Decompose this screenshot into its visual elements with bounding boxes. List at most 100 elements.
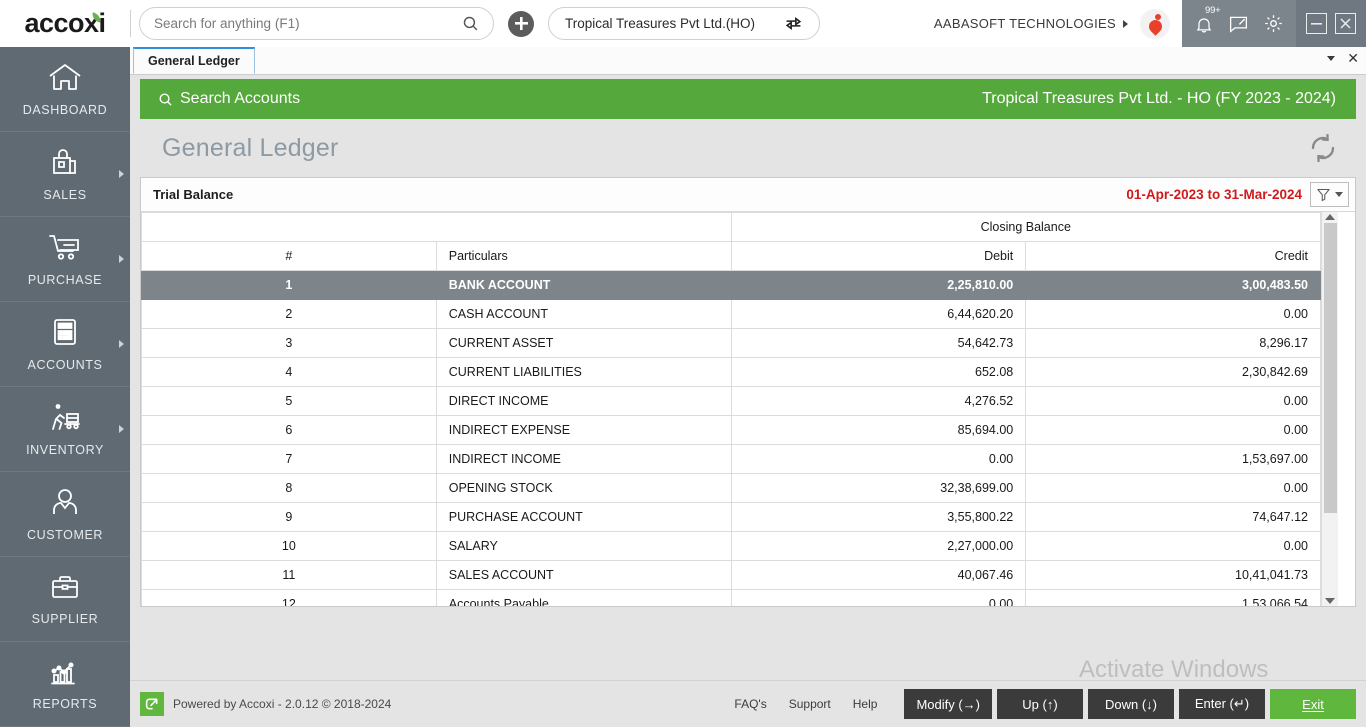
enter-button[interactable]: Enter (↵): [1179, 689, 1265, 719]
sidebar-item-dashboard[interactable]: DASHBOARD: [0, 47, 130, 132]
row-index: 7: [142, 445, 437, 474]
row-particulars: INDIRECT EXPENSE: [436, 416, 731, 445]
refresh-icon[interactable]: [1308, 133, 1338, 163]
vertical-scrollbar[interactable]: [1321, 212, 1338, 606]
row-debit: 54,642.73: [731, 329, 1026, 358]
row-particulars: CURRENT ASSET: [436, 329, 731, 358]
tab-tools: ✕: [1327, 52, 1359, 64]
powered-by-label: Powered by Accoxi - 2.0.12 © 2018-2024: [173, 697, 391, 711]
message-icon[interactable]: [1228, 13, 1249, 34]
chevron-right-icon[interactable]: [119, 170, 124, 178]
modify-button[interactable]: Modify (→): [904, 689, 992, 719]
scrollbar-track[interactable]: [1324, 223, 1337, 595]
main-content: General Ledger ✕ Search Accounts Tropica…: [130, 47, 1366, 727]
column-header-credit[interactable]: Credit: [1026, 242, 1321, 271]
table-row[interactable]: 6INDIRECT EXPENSE85,694.000.00: [142, 416, 1321, 445]
scroll-up-icon[interactable]: [1325, 214, 1335, 220]
table-row[interactable]: 1BANK ACCOUNT2,25,810.003,00,483.50: [142, 271, 1321, 300]
row-credit: 0.00: [1026, 416, 1321, 445]
row-credit: 74,647.12: [1026, 503, 1321, 532]
row-particulars: OPENING STOCK: [436, 474, 731, 503]
sidebar-item-customer[interactable]: CUSTOMER: [0, 472, 130, 557]
accoxi-logo: accoxi: [0, 0, 130, 47]
home-icon: [48, 62, 82, 97]
table-row[interactable]: 4CURRENT LIABILITIES652.082,30,842.69: [142, 358, 1321, 387]
closing-balance-group-header: Closing Balance: [731, 213, 1321, 242]
briefcase-icon: [49, 573, 81, 606]
organization-caret-icon[interactable]: [1123, 20, 1128, 28]
warehouse-worker-icon: [47, 402, 83, 437]
filter-button[interactable]: [1310, 182, 1349, 207]
trial-balance-table: Closing Balance # Particulars Debit Cred…: [141, 212, 1321, 606]
sidebar-item-accounts[interactable]: ACCOUNTS: [0, 302, 130, 387]
row-credit: 0.00: [1026, 387, 1321, 416]
top-header-bar: accoxi Tropical Treasures Pvt Ltd.(HO) A…: [0, 0, 1366, 47]
up-button[interactable]: Up (↑): [997, 689, 1083, 719]
tab-close-icon[interactable]: ✕: [1347, 52, 1359, 64]
table-row[interactable]: 3CURRENT ASSET54,642.738,296.17: [142, 329, 1321, 358]
row-index: 10: [142, 532, 437, 561]
avatar-drop-large-icon: [1146, 17, 1164, 35]
switch-company-icon[interactable]: [784, 14, 803, 33]
calculator-icon: [50, 317, 80, 352]
organization-name: AABASOFT TECHNOLOGIES: [934, 16, 1116, 31]
scroll-down-icon[interactable]: [1325, 598, 1335, 604]
sidebar-item-sales[interactable]: SALES: [0, 132, 130, 217]
row-credit: 2,30,842.69: [1026, 358, 1321, 387]
row-credit: 1,53,066.54: [1026, 590, 1321, 607]
bell-icon[interactable]: 99+: [1194, 14, 1214, 34]
table-row[interactable]: 12Accounts Payable0.001,53,066.54: [142, 590, 1321, 607]
row-particulars: BANK ACCOUNT: [436, 271, 731, 300]
trial-balance-panel: Trial Balance 01-Apr-2023 to 31-Mar-2024: [140, 177, 1356, 607]
sidebar-item-reports[interactable]: REPORTS: [0, 642, 130, 727]
row-index: 4: [142, 358, 437, 387]
tab-list-dropdown-icon[interactable]: [1327, 56, 1335, 61]
search-accounts-button[interactable]: Search Accounts: [158, 90, 300, 108]
minimize-button[interactable]: [1306, 13, 1327, 34]
header-right-cluster: AABASOFT TECHNOLOGIES 99+: [934, 0, 1366, 47]
row-particulars: Accounts Payable: [436, 590, 731, 607]
footer-link-support[interactable]: Support: [789, 697, 831, 711]
chevron-right-icon[interactable]: [119, 425, 124, 433]
panel-title: Trial Balance: [153, 187, 233, 202]
row-credit: 0.00: [1026, 300, 1321, 329]
scrollbar-thumb[interactable]: [1324, 223, 1337, 513]
sidebar-item-inventory[interactable]: INVENTORY: [0, 387, 130, 472]
footer-link-faqs[interactable]: FAQ's: [734, 697, 766, 711]
tab-general-ledger[interactable]: General Ledger: [133, 47, 255, 74]
search-input[interactable]: [154, 16, 462, 31]
add-new-button[interactable]: [508, 11, 534, 37]
sidebar-item-supplier[interactable]: SUPPLIER: [0, 557, 130, 642]
global-search[interactable]: [139, 7, 494, 40]
column-header-particulars[interactable]: Particulars: [436, 242, 731, 271]
trial-balance-grid-wrapper: Closing Balance # Particulars Debit Cred…: [141, 212, 1355, 606]
table-body: 1BANK ACCOUNT2,25,810.003,00,483.502CASH…: [142, 271, 1321, 607]
sidebar-item-purchase[interactable]: PURCHASE: [0, 217, 130, 302]
exit-button[interactable]: Exit: [1270, 689, 1356, 719]
chevron-down-icon[interactable]: [1335, 192, 1343, 197]
panel-header-right: 01-Apr-2023 to 31-Mar-2024: [1126, 182, 1349, 207]
table-row[interactable]: 9PURCHASE ACCOUNT3,55,800.2274,647.12: [142, 503, 1321, 532]
avatar[interactable]: [1140, 9, 1170, 39]
table-row[interactable]: 8OPENING STOCK32,38,699.000.00: [142, 474, 1321, 503]
chevron-right-icon[interactable]: [119, 255, 124, 263]
column-header-index[interactable]: #: [142, 242, 437, 271]
table-row[interactable]: 10SALARY2,27,000.000.00: [142, 532, 1321, 561]
chevron-right-icon[interactable]: [119, 340, 124, 348]
search-accounts-label: Search Accounts: [180, 90, 300, 108]
close-button[interactable]: [1335, 13, 1356, 34]
gear-icon[interactable]: [1263, 13, 1284, 34]
row-debit: 85,694.00: [731, 416, 1026, 445]
search-icon[interactable]: [462, 15, 479, 32]
table-row[interactable]: 5DIRECT INCOME4,276.520.00: [142, 387, 1321, 416]
window-controls: [1296, 0, 1366, 47]
table-row[interactable]: 2CASH ACCOUNT6,44,620.200.00: [142, 300, 1321, 329]
table-row[interactable]: 11SALES ACCOUNT40,067.4610,41,041.73: [142, 561, 1321, 590]
header-divider: [130, 10, 131, 37]
column-header-debit[interactable]: Debit: [731, 242, 1026, 271]
footer-link-help[interactable]: Help: [853, 697, 878, 711]
down-button[interactable]: Down (↓): [1088, 689, 1174, 719]
company-selector[interactable]: Tropical Treasures Pvt Ltd.(HO): [548, 7, 820, 40]
bar-chart-icon: [49, 658, 81, 691]
table-row[interactable]: 7INDIRECT INCOME0.001,53,697.00: [142, 445, 1321, 474]
